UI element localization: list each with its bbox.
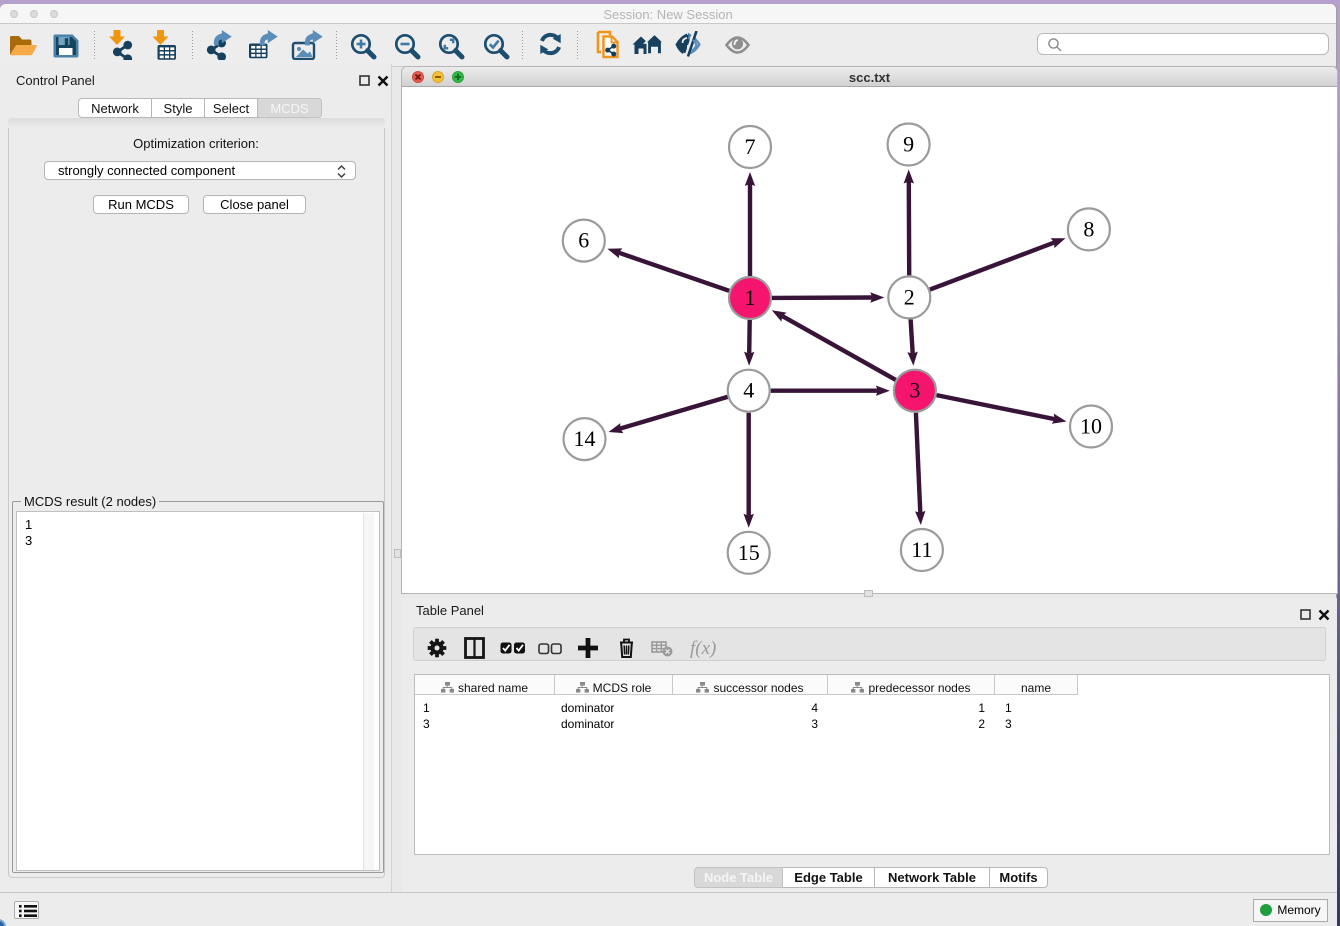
svg-text:3: 3 [909,378,920,403]
svg-text:11: 11 [911,537,932,562]
svg-text:7: 7 [745,134,756,159]
svg-text:1: 1 [745,285,756,310]
svg-text:2: 2 [904,284,915,309]
svg-text:8: 8 [1083,216,1094,241]
svg-text:10: 10 [1080,414,1102,439]
svg-text:14: 14 [574,426,596,451]
svg-text:f(x): f(x) [690,638,716,659]
svg-text:9: 9 [903,132,914,157]
svg-text:6: 6 [578,228,589,253]
svg-text:15: 15 [738,540,760,565]
svg-text:4: 4 [743,378,754,403]
